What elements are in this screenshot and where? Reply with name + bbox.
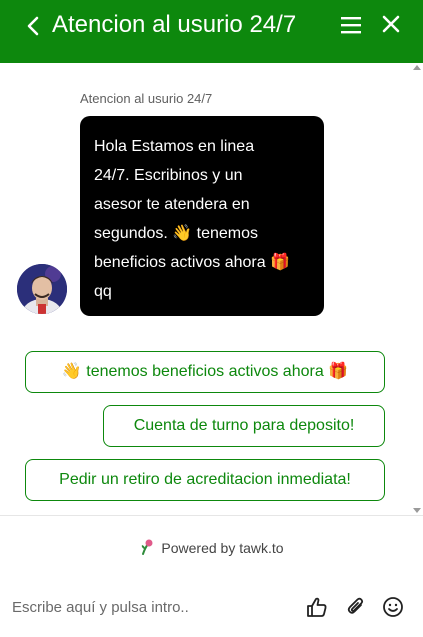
chat-header: Atencion al usurio 24/7	[0, 0, 423, 63]
emoji-button[interactable]	[382, 596, 404, 618]
rating-button[interactable]	[306, 596, 328, 618]
tawk-logo-icon	[139, 538, 155, 559]
message-line: 24/7. Escribinos y un	[94, 167, 243, 184]
agent-avatar	[17, 264, 67, 314]
back-button[interactable]	[22, 14, 46, 38]
message-input[interactable]	[10, 594, 294, 620]
quick-reply-deposit[interactable]: Cuenta de turno para deposito!	[103, 405, 385, 447]
header-title: Atencion al usurio 24/7	[52, 11, 297, 38]
emoji-icon	[383, 597, 403, 617]
chat-footer: Powered by tawk.to	[0, 515, 423, 637]
thumbs-up-icon	[307, 597, 327, 617]
paperclip-icon	[347, 597, 364, 614]
message-line: segundos. 👋 tenemos	[94, 225, 259, 242]
close-button[interactable]	[381, 14, 401, 34]
chat-messages-area[interactable]: Atencion al usurio 24/7 Hola Estamos en …	[0, 63, 423, 515]
agent-name: Atencion al usurio 24/7	[80, 91, 213, 106]
quick-reply-withdrawal[interactable]: Pedir un retiro de acreditacion inmediat…	[25, 459, 385, 501]
attach-button[interactable]	[345, 596, 367, 618]
message-line: asesor te atendera en	[94, 196, 250, 213]
scroll-up-arrow-icon[interactable]	[413, 65, 421, 70]
scroll-down-arrow-icon[interactable]	[413, 508, 421, 513]
powered-by[interactable]: Powered by tawk.to	[0, 538, 423, 559]
chevron-left-icon	[27, 16, 39, 36]
menu-button[interactable]	[340, 14, 362, 36]
message-line: beneficios activos ahora 🎁	[94, 254, 291, 271]
powered-by-label: Powered by tawk.to	[161, 540, 284, 556]
close-icon	[382, 15, 400, 33]
message-line: qq	[94, 283, 112, 300]
chat-scrollbar[interactable]	[413, 63, 421, 515]
quick-reply-benefits[interactable]: 👋 tenemos beneficios activos ahora 🎁	[25, 351, 385, 393]
agent-message-bubble: Hola Estamos en linea 24/7. Escribinos y…	[80, 116, 324, 316]
message-line: Hola Estamos en linea	[94, 138, 255, 155]
hamburger-menu-icon	[341, 17, 361, 34]
